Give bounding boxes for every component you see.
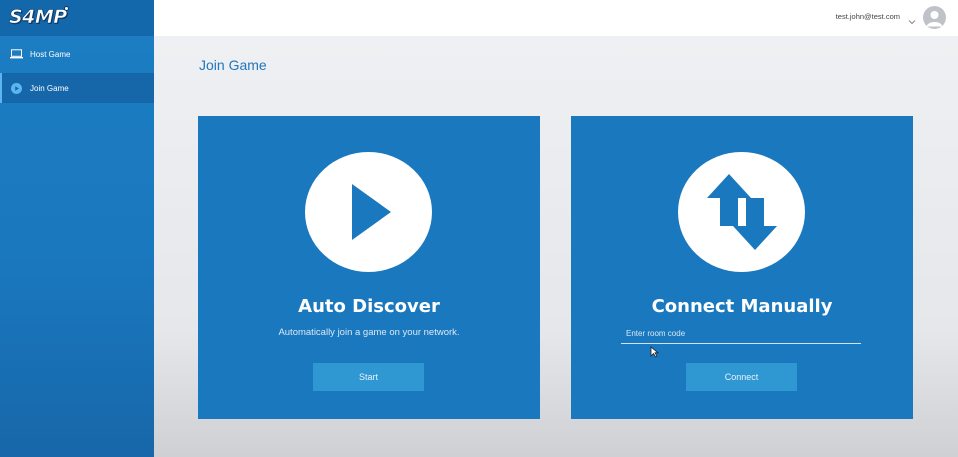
play-circle-icon <box>10 82 23 94</box>
chevron-down-icon[interactable] <box>908 12 916 30</box>
room-code-input[interactable] <box>621 324 861 344</box>
connect-button[interactable]: Connect <box>686 363 797 391</box>
card-title: Connect Manually <box>651 296 833 317</box>
logo-bar: S4MP <box>0 0 154 36</box>
user-avatar-icon[interactable] <box>923 6 946 29</box>
card-description: Automatically join a game on your networ… <box>278 327 460 338</box>
logo-dot-icon <box>64 6 69 11</box>
app-logo[interactable]: S4MP <box>9 6 68 29</box>
sidebar: S4MP Host Game Join Game <box>0 0 154 457</box>
sidebar-item-label: Host Game <box>30 49 71 59</box>
auto-discover-card: Auto Discover Automatically join a game … <box>198 116 540 419</box>
main-content: Join Game Auto Discover Automatically jo… <box>154 36 958 457</box>
sidebar-item-host-game[interactable]: Host Game <box>0 39 154 69</box>
page-title: Join Game <box>199 57 267 73</box>
swap-vertical-arrows-icon <box>678 152 805 272</box>
play-icon <box>305 152 432 272</box>
connect-manually-card: Connect Manually Connect <box>571 116 913 419</box>
user-email[interactable]: test.john@test.com <box>836 12 900 21</box>
mouse-cursor-icon <box>650 345 660 363</box>
card-title: Auto Discover <box>298 296 440 317</box>
sidebar-item-join-game[interactable]: Join Game <box>0 73 154 103</box>
laptop-icon <box>10 49 23 60</box>
start-button[interactable]: Start <box>313 363 424 391</box>
sidebar-item-label: Join Game <box>30 83 69 93</box>
top-bar: test.john@test.com <box>154 0 958 36</box>
